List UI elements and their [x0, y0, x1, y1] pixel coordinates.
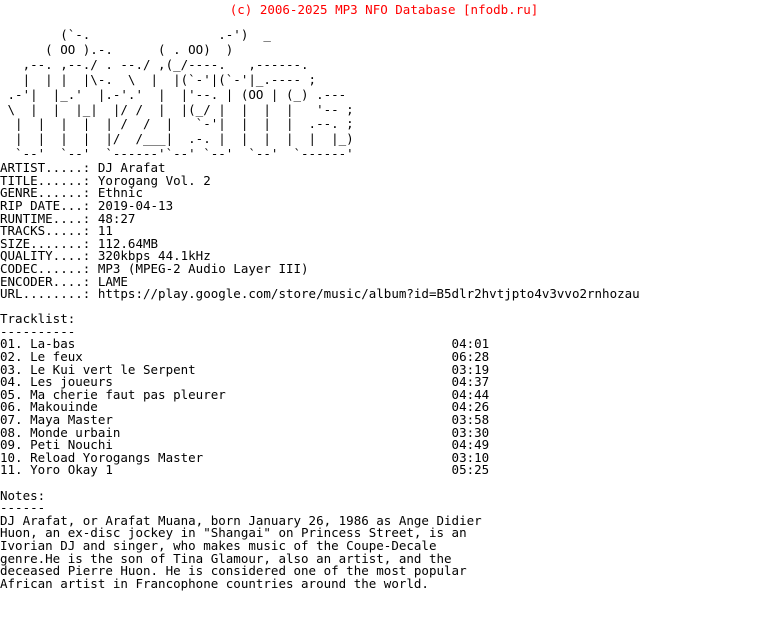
- tracklist-heading: Tracklist:: [0, 311, 76, 327]
- copyright-banner: (c) 2006-2025 MP3 NFO Database [nfodb.ru…: [229, 2, 539, 17]
- metadata-field-4: RUNTIME....: 48:27: [0, 210, 136, 226]
- notes-section: Notes: ------ DJ Arafat, or Arafat Muana…: [0, 487, 768, 591]
- nfo-page: (c) 2006-2025 MP3 NFO Database [nfodb.ru…: [0, 0, 768, 624]
- ascii-art-logo: (`-. .-') _ ( OO ).-. ( . OO) ) ,--. ,--…: [7, 27, 354, 162]
- tracklist-section: Tracklist: ---------- 01. La-bas 04:01 0…: [0, 313, 768, 477]
- track-row: 11. Yoro Okay 1 05:25: [0, 462, 490, 478]
- metadata-field-10: URL........: https://play.google.com/sto…: [0, 286, 640, 302]
- nfo-text-body: ARTIST.....: DJ Arafat TITLE......: Yoro…: [0, 162, 768, 590]
- notes-line: African artist in Francophone countries …: [0, 575, 429, 591]
- metadata-fields: ARTIST.....: DJ Arafat TITLE......: Yoro…: [0, 162, 768, 301]
- notes-heading: Notes:: [0, 487, 46, 503]
